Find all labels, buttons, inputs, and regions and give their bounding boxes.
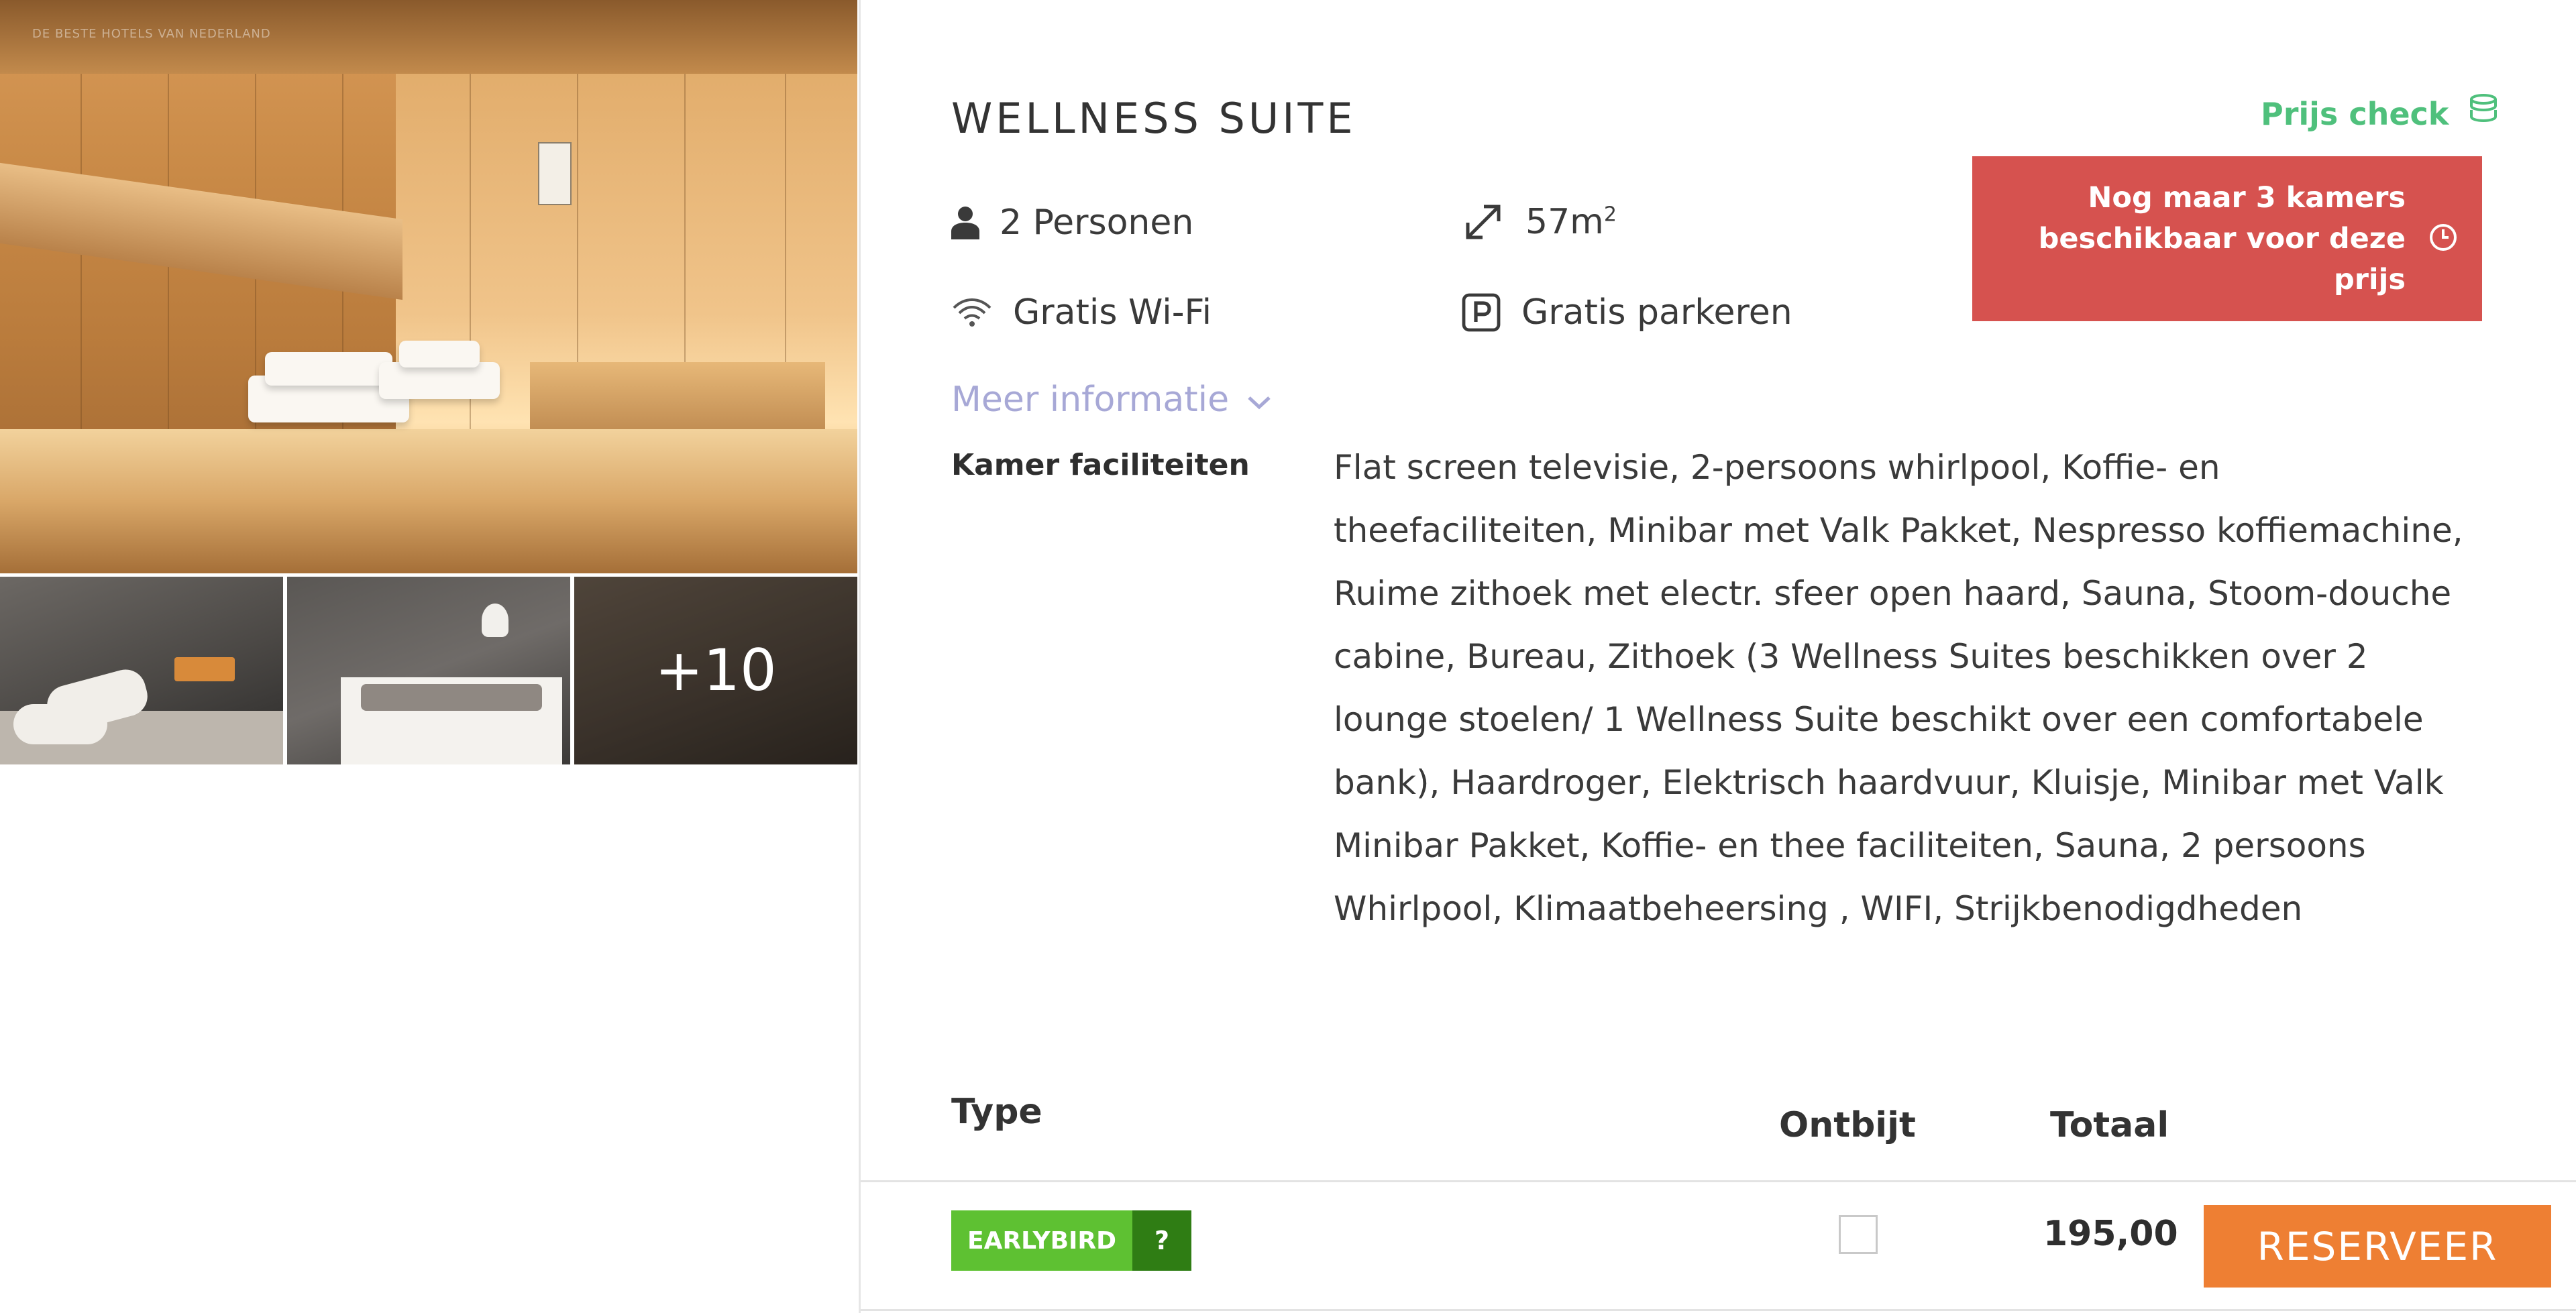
thumbnail-more-photos[interactable]: +10 [574,577,857,764]
thumbnail-lounge[interactable] [0,577,283,764]
price-check-link[interactable]: Prijs check [2261,93,2501,136]
parking-icon [1461,292,1501,333]
piggy-bank-icon [2466,93,2501,136]
rate-badge-earlybird[interactable]: EARLYBIRD ? [951,1210,1192,1271]
wall-deco [482,604,508,637]
thumbnail-strip: +10 [0,577,857,764]
availability-alert-text: Nog maar 3 kamers beschikbaar voor deze … [2038,180,2406,296]
parking-text: Gratis parkeren [1521,292,1792,333]
reserve-button[interactable]: RESERVEER [2204,1205,2551,1288]
total-price: 195,00 [2043,1214,2178,1254]
expand-arrows-icon [1461,200,1505,244]
table-divider [861,1309,2576,1311]
sauna-lamp [538,142,572,205]
facilities-label: Kamer faciliteiten [951,448,1250,482]
feature-parking: Gratis parkeren [1461,292,1792,333]
column-header-breakfast: Ontbijt [1779,1105,1916,1145]
room-size-superscript: 2 [1603,203,1617,227]
photo-watermark: DE BESTE HOTELS VAN NEDERLAND [32,27,271,41]
room-size-text: 57m [1525,202,1604,242]
rate-info-button[interactable]: ? [1132,1210,1192,1271]
feature-wifi: Gratis Wi-Fi [951,292,1212,333]
breakfast-checkbox[interactable] [1839,1215,1878,1254]
main-photo-sauna[interactable]: DE BESTE HOTELS VAN NEDERLAND [0,0,857,573]
column-header-total: Totaal [2050,1105,2169,1145]
rate-name: EARLYBIRD [951,1210,1133,1271]
more-info-link[interactable]: Meer informatie [951,380,1272,420]
availability-alert: Nog maar 3 kamers beschikbaar voor deze … [1972,156,2482,321]
room-gallery: DE BESTE HOTELS VAN NEDERLAND +10 [0,0,857,764]
towel [379,362,500,399]
facilities-text: Flat screen televisie, 2-persoons whirlp… [1334,448,2463,928]
feature-room-size: 57m2 [1461,200,1617,244]
column-header-type: Type [951,1092,1042,1132]
clock-icon [2428,223,2458,255]
feature-persons: 2 Personen [951,203,1193,243]
towel [399,341,480,367]
price-check-label: Prijs check [2261,96,2449,132]
table-divider [861,1180,2576,1182]
fireplace [174,657,235,681]
column-divider [859,0,861,1313]
persons-text: 2 Personen [1000,203,1194,243]
person-icon [951,206,979,239]
wifi-icon [951,296,993,329]
more-info-label: Meer informatie [951,380,1230,420]
room-title: WELLNESS SUITE [951,94,1356,143]
chevron-down-icon [1246,380,1272,420]
wifi-text: Gratis Wi-Fi [1013,292,1212,333]
room-page: DE BESTE HOTELS VAN NEDERLAND +10 WELLNE… [0,0,2576,1313]
sauna-lower-bench [0,429,857,573]
thumbnail-bedroom[interactable] [287,577,570,764]
towel [265,352,392,386]
more-photos-count: +10 [574,577,857,764]
